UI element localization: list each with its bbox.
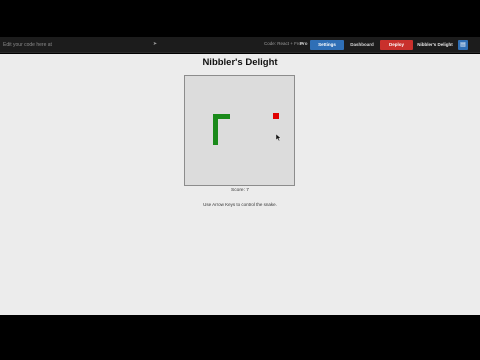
prompt-input[interactable] bbox=[0, 39, 162, 51]
top-toolbar: ➤ Code: React + Free Pro Settings Dashbo… bbox=[0, 37, 480, 53]
dashboard-button[interactable]: Dashboard bbox=[346, 40, 378, 50]
game-board[interactable] bbox=[184, 75, 295, 186]
status-text: Code: React + Free bbox=[264, 41, 304, 46]
pro-badge: Pro bbox=[300, 41, 308, 46]
game-title: Nibbler's Delight bbox=[202, 57, 278, 68]
deploy-button[interactable]: Deploy bbox=[380, 40, 413, 50]
food-pellet bbox=[273, 113, 279, 119]
instructions-text: Use Arrow Keys to control the snake. bbox=[203, 202, 277, 207]
grid-icon[interactable]: ▤ bbox=[458, 40, 468, 50]
score-display: Score: 7 bbox=[0, 188, 480, 193]
send-icon[interactable]: ➤ bbox=[152, 41, 158, 47]
screen: ➤ Code: React + Free Pro Settings Dashbo… bbox=[0, 0, 480, 360]
app-name-button[interactable]: Nibbler's Delight bbox=[415, 40, 455, 50]
letterbox-bar bbox=[0, 315, 480, 360]
mouse-cursor-icon bbox=[276, 134, 282, 141]
settings-button[interactable]: Settings bbox=[310, 40, 344, 50]
snake-head bbox=[213, 114, 230, 119]
score-value: 7 bbox=[246, 188, 249, 193]
score-label: Score: bbox=[231, 188, 245, 193]
